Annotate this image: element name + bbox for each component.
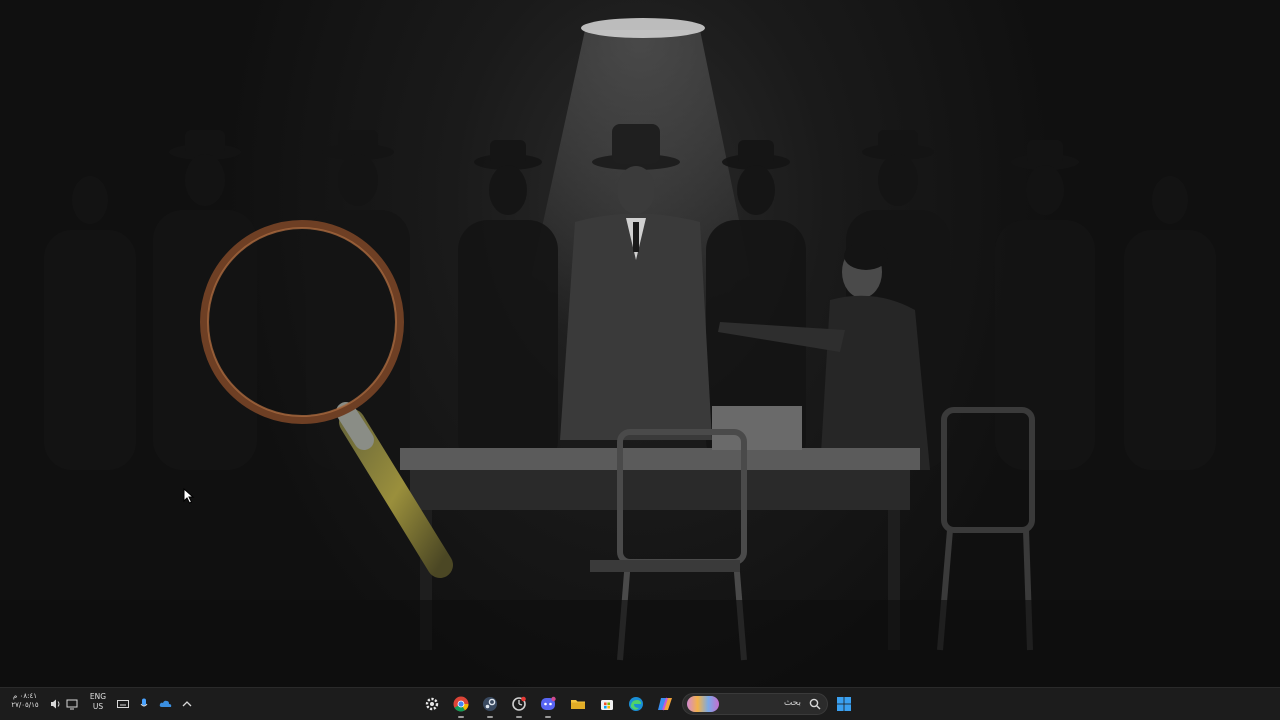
search-highlight-art xyxy=(687,696,719,712)
steam-icon[interactable] xyxy=(479,693,501,718)
display-icon[interactable] xyxy=(64,693,80,715)
desktop-wallpaper xyxy=(0,0,1280,687)
taskbar-search-box[interactable]: بحث xyxy=(682,693,828,715)
onedrive-icon[interactable] xyxy=(157,693,173,715)
discord-icon[interactable] xyxy=(537,693,559,718)
taskbar: ٠٨:٤١ م ٢٧/٠٥/١٥ ENG US بحث xyxy=(0,687,1280,720)
keyboard-icon[interactable] xyxy=(115,693,131,715)
mouse-cursor-icon xyxy=(183,488,195,504)
volume-icon[interactable] xyxy=(48,693,64,715)
microphone-icon[interactable] xyxy=(137,693,151,715)
file-explorer-icon[interactable] xyxy=(567,693,589,715)
system-clock[interactable]: ٠٨:٤١ م ٢٧/٠٥/١٥ xyxy=(6,692,44,710)
active-indicator xyxy=(487,716,493,718)
active-indicator xyxy=(516,716,522,718)
edge-icon[interactable] xyxy=(625,693,647,715)
search-placeholder: بحث xyxy=(783,698,801,708)
wallpaper-scene xyxy=(0,18,1280,687)
active-indicator xyxy=(458,716,464,718)
chrome-icon[interactable] xyxy=(450,693,472,718)
language-code: ENG xyxy=(89,692,107,701)
copilot-icon[interactable] xyxy=(654,693,676,715)
settings-gear-icon[interactable] xyxy=(421,693,443,715)
microsoft-store-icon[interactable] xyxy=(596,693,618,715)
input-language-indicator[interactable]: ENG US xyxy=(86,692,110,712)
shutdown-timer-icon[interactable] xyxy=(508,693,530,718)
chevron-up-icon[interactable] xyxy=(179,693,195,715)
clock-date: ٢٧/٠٥/١٥ xyxy=(11,701,39,709)
clock-time: ٠٨:٤١ م xyxy=(13,692,37,700)
search-icon xyxy=(809,698,821,710)
windows-start-icon[interactable] xyxy=(833,693,855,715)
active-indicator xyxy=(545,716,551,718)
language-region: US xyxy=(92,702,104,711)
